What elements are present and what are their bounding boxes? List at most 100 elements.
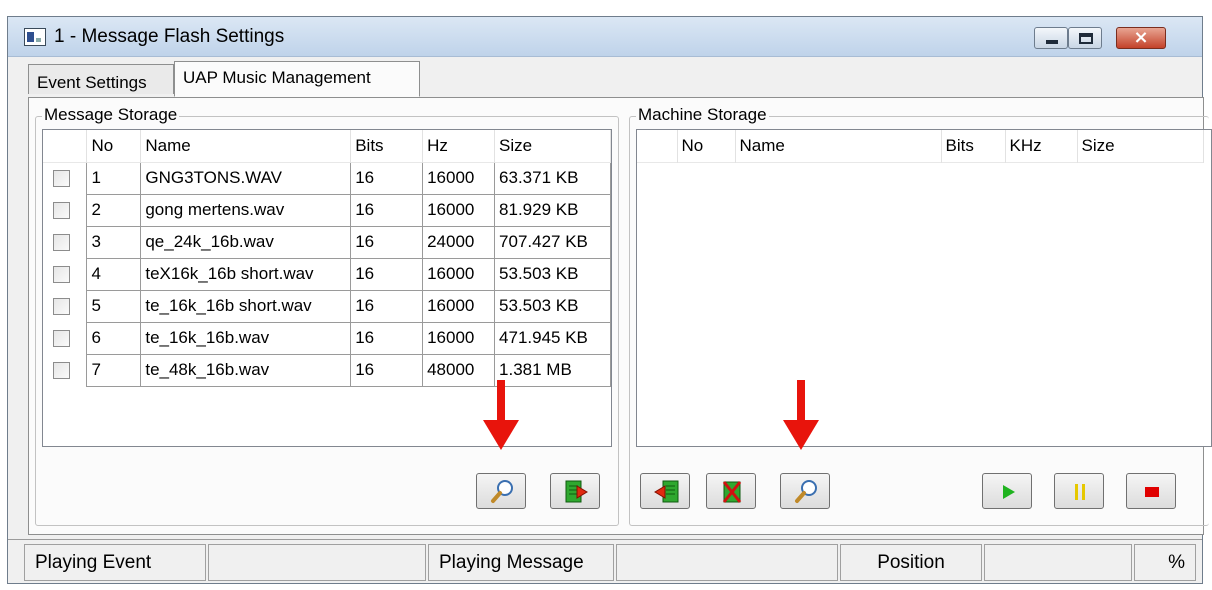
machine-storage-list[interactable]: No Name Bits KHz Size [636,129,1212,447]
play-button[interactable] [982,473,1032,509]
table-row[interactable]: 2 gong mertens.wav 16 16000 81.929 KB [43,194,611,227]
cell-no: 6 [86,322,142,355]
cell-name: teX16k_16b short.wav [140,258,352,291]
table-row[interactable]: 3 qe_24k_16b.wav 16 24000 707.427 KB [43,226,611,259]
cell-bits: 16 [350,162,424,195]
column-header-name[interactable]: Name [140,130,352,162]
minimize-icon [1046,40,1058,44]
cell-name: te_16k_16b.wav [140,322,352,355]
row-checkbox[interactable] [53,202,70,220]
close-button[interactable]: × [1116,27,1166,49]
row-checkbox[interactable] [53,234,70,252]
cell-bits: 16 [350,290,424,323]
close-icon: × [1133,27,1149,48]
minimize-button[interactable] [1034,27,1068,49]
column-header-checkbox[interactable] [43,130,88,162]
table-header: No Name Bits Hz Size [43,130,611,162]
column-header-khz[interactable]: KHz [1005,130,1078,162]
search-message-button[interactable] [476,473,526,509]
column-header-name[interactable]: Name [735,130,942,162]
cell-hz: 16000 [422,194,496,227]
cell-no: 1 [86,162,142,195]
column-header-checkbox[interactable] [637,130,678,162]
table-row[interactable]: 7 te_48k_16b.wav 16 48000 1.381 MB [43,354,611,387]
transfer-to-machine-icon [565,480,588,503]
message-storage-group: Message Storage No Name Bits Hz Size 1 G… [35,105,619,526]
cell-bits: 16 [350,354,424,387]
transfer-to-machine-button[interactable] [550,473,600,509]
row-checkbox[interactable] [53,298,70,316]
tab-strip: Event Settings UAP Music Management [8,61,1202,97]
uap-music-management-panel: Message Storage No Name Bits Hz Size 1 G… [28,97,1212,535]
cell-hz: 16000 [422,322,496,355]
percent-label: % [1134,544,1196,581]
machine-storage-group: Machine Storage No Name Bits KHz Size [629,105,1212,526]
annotation-arrow-icon [483,380,519,450]
row-checkbox[interactable] [53,362,70,380]
cell-bits: 16 [350,322,424,355]
cell-no: 4 [86,258,142,291]
search-icon [795,480,817,503]
table-row[interactable]: 5 te_16k_16b short.wav 16 16000 53.503 K… [43,290,611,323]
cell-no: 3 [86,226,142,259]
cell-no: 7 [86,354,142,387]
cell-hz: 16000 [422,290,496,323]
maximize-icon [1079,33,1093,44]
playing-event-label: Playing Event [24,544,206,581]
cell-hz: 16000 [422,258,496,291]
column-header-no[interactable]: No [86,130,142,162]
column-header-bits[interactable]: Bits [350,130,424,162]
transfer-to-message-icon [654,480,679,503]
cell-name: qe_24k_16b.wav [140,226,352,259]
cell-name: gong mertens.wav [140,194,352,227]
tab-uap-music-management[interactable]: UAP Music Management [174,61,420,97]
cell-bits: 16 [350,258,424,291]
cell-size: 81.929 KB [494,194,611,227]
stop-button[interactable] [1126,473,1176,509]
cell-size: 53.503 KB [494,258,611,291]
message-storage-list[interactable]: No Name Bits Hz Size 1 GNG3TONS.WAV 16 1… [42,129,612,447]
cell-size: 471.945 KB [494,322,611,355]
column-header-hz[interactable]: Hz [422,130,496,162]
table-row[interactable]: 1 GNG3TONS.WAV 16 16000 63.371 KB [43,162,611,195]
cell-size: 53.503 KB [494,290,611,323]
app-icon [24,28,46,46]
cell-bits: 16 [350,194,424,227]
table-row[interactable]: 4 teX16k_16b short.wav 16 16000 53.503 K… [43,258,611,291]
column-header-size[interactable]: Size [1077,130,1204,162]
cell-hz: 24000 [422,226,496,259]
row-checkbox[interactable] [53,266,70,284]
cell-size: 63.371 KB [494,162,611,195]
delete-button[interactable] [706,473,756,509]
status-bar: Playing Event Playing Message Position % [8,539,1202,584]
annotation-arrow-icon [783,380,819,450]
search-machine-button[interactable] [780,473,830,509]
tab-event-settings[interactable]: Event Settings [28,64,174,94]
playing-message-value [616,544,838,581]
column-header-no[interactable]: No [677,130,736,162]
position-value [984,544,1132,581]
cell-bits: 16 [350,226,424,259]
pause-button[interactable] [1054,473,1104,509]
window-title: 1 - Message Flash Settings [54,26,285,47]
playing-message-label: Playing Message [428,544,614,581]
search-icon [491,480,513,503]
transfer-to-message-button[interactable] [640,473,690,509]
column-header-bits[interactable]: Bits [941,130,1006,162]
machine-storage-label: Machine Storage [636,105,769,125]
delete-icon [722,481,742,503]
playing-event-value [208,544,426,581]
row-checkbox[interactable] [53,330,70,348]
title-bar[interactable]: 1 - Message Flash Settings × [8,17,1202,57]
table-row[interactable]: 6 te_16k_16b.wav 16 16000 471.945 KB [43,322,611,355]
play-icon [1003,485,1015,499]
cell-no: 5 [86,290,142,323]
table-header: No Name Bits KHz Size [637,130,1204,162]
message-storage-table: No Name Bits Hz Size 1 GNG3TONS.WAV 16 1… [43,130,611,387]
cell-no: 2 [86,194,142,227]
cell-size: 707.427 KB [494,226,611,259]
column-header-size[interactable]: Size [494,130,611,162]
maximize-button[interactable] [1068,27,1102,49]
row-checkbox[interactable] [53,170,70,188]
position-label: Position [840,544,982,581]
